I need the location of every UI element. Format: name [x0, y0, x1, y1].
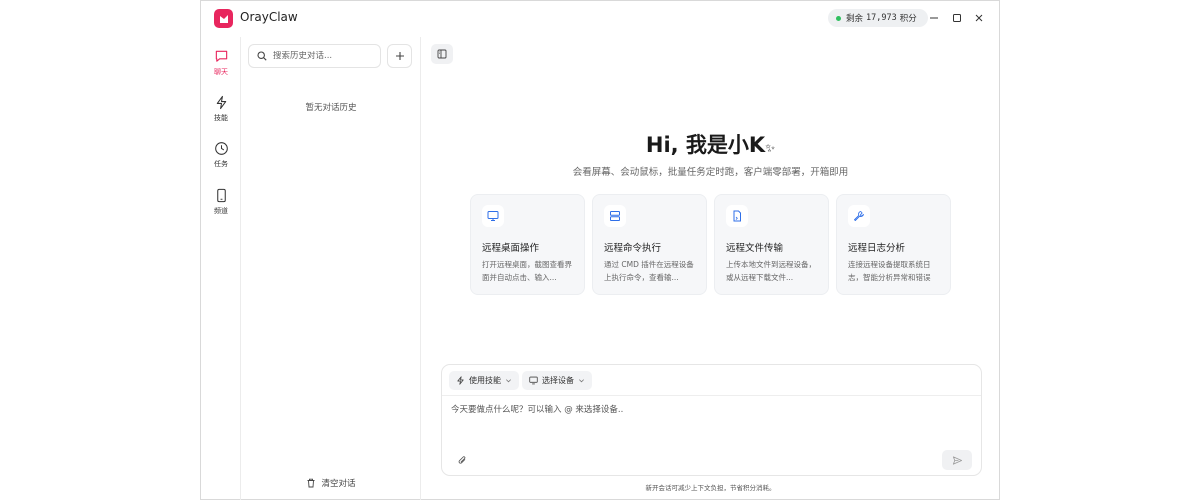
feature-card-remote-command[interactable]: 远程命令执行 通过 CMD 插件在远程设备上执行命令，查看输...: [592, 194, 707, 295]
hero-title: Hi, 我是小K✨︎: [422, 129, 999, 159]
new-chat-button[interactable]: [387, 44, 412, 68]
nav-rail: 聊天 技能 任务 频道: [201, 37, 241, 500]
phone-icon: [216, 188, 226, 203]
close-button[interactable]: [971, 10, 987, 26]
card-title: 远程命令执行: [604, 243, 662, 254]
composer-toolbar: 使用技能 选择设备: [442, 365, 981, 396]
card-title: 远程桌面操作: [482, 243, 540, 254]
message-composer: 使用技能 选择设备: [441, 364, 982, 476]
paperclip-icon: [458, 455, 465, 464]
nav-label: 技能: [214, 114, 228, 122]
monitor-icon: [482, 205, 504, 227]
nav-label: 频道: [214, 207, 228, 215]
hero-title-text: Hi, 我是小K: [645, 133, 766, 157]
send-button[interactable]: [942, 450, 972, 470]
card-desc: 通过 CMD 插件在远程设备上执行命令，查看输...: [604, 260, 694, 282]
minimize-button[interactable]: [926, 10, 942, 26]
feature-card-file-transfer[interactable]: 远程文件传输 上传本地文件到远程设备，或从远程下载文件...: [714, 194, 829, 295]
credit-prefix: 剩余: [846, 14, 864, 24]
history-empty-text: 暂无对话历史: [305, 103, 357, 113]
app-title: OrayClaw: [240, 10, 298, 24]
chevron-down-icon: [506, 379, 511, 383]
card-desc: 连接远程设备提取系统日志，智能分析异常和错误: [848, 260, 931, 282]
nav-item-skills[interactable]: 技能: [201, 95, 241, 123]
sidebar-toggle-button[interactable]: [431, 44, 453, 64]
monitor-icon: [529, 376, 538, 385]
maximize-button[interactable]: [949, 10, 965, 26]
feature-card-remote-desktop[interactable]: 远程桌面操作 打开远程桌面，截图查看界面并自动点击、输入...: [470, 194, 585, 295]
chevron-down-icon: [579, 379, 584, 383]
history-panel: 暂无对话历史 清空对话: [241, 37, 421, 500]
credit-unit: 积分: [899, 14, 917, 24]
nav-label: 任务: [214, 160, 228, 168]
minimize-icon: [930, 17, 938, 19]
send-icon: [952, 455, 962, 465]
chat-icon: [215, 50, 227, 62]
sparkle-icon: ✨︎: [765, 141, 776, 155]
card-desc: 上传本地文件到远程设备，或从远程下载文件...: [726, 260, 816, 282]
clear-history-button[interactable]: 清空对话: [241, 477, 421, 489]
nav-label: 聊天: [214, 68, 228, 76]
use-skills-label: 使用技能: [469, 376, 501, 385]
nav-item-chat[interactable]: 聊天: [201, 49, 241, 77]
use-skills-dropdown[interactable]: 使用技能: [449, 371, 519, 390]
app-logo-icon: [214, 9, 233, 28]
trash-icon: [307, 478, 315, 488]
credit-amount: 17,973: [866, 13, 897, 23]
clear-history-label: 清空对话: [321, 479, 356, 489]
nav-item-channels[interactable]: 频道: [201, 188, 241, 216]
file-icon: [726, 205, 748, 227]
clock-icon: [214, 142, 228, 155]
composer-note: 新开会话可减少上下文负担，节省积分消耗。: [645, 484, 776, 492]
sidebar-toggle-icon: [437, 49, 447, 59]
hero-subtitle: 会看屏幕、会动鼠标，批量任务定时跑，客户端零部署，开箱即用: [572, 167, 849, 178]
feature-cards: 远程桌面操作 打开远程桌面，截图查看界面并自动点击、输入... 远程命令执行 通…: [470, 194, 951, 295]
search-icon: [257, 51, 267, 61]
maximize-icon: [953, 14, 961, 22]
title-bar: OrayClaw 剩余 17,973 积分: [201, 1, 999, 36]
message-input[interactable]: [451, 403, 971, 443]
card-title: 远程日志分析: [848, 243, 906, 254]
wrench-icon: [848, 205, 870, 227]
select-device-label: 选择设备: [542, 376, 574, 385]
lightning-icon: [457, 376, 464, 385]
history-search[interactable]: [248, 44, 381, 68]
server-icon: [604, 205, 626, 227]
close-icon: [975, 14, 983, 22]
credit-balance[interactable]: 剩余 17,973 积分: [828, 9, 928, 27]
card-title: 远程文件传输: [726, 243, 784, 254]
history-search-input[interactable]: [273, 51, 373, 61]
main-area: Hi, 我是小K✨︎ 会看屏幕、会动鼠标，批量任务定时跑，客户端零部署，开箱即用…: [422, 37, 999, 500]
plus-icon: [395, 52, 404, 60]
nav-item-tasks[interactable]: 任务: [201, 141, 241, 169]
lightning-icon: [216, 95, 226, 110]
card-desc: 打开远程桌面，截图查看界面并自动点击、输入...: [482, 260, 572, 282]
feature-card-log-analysis[interactable]: 远程日志分析 连接远程设备提取系统日志，智能分析异常和错误: [836, 194, 951, 295]
status-dot-icon: [836, 15, 841, 21]
attach-button[interactable]: [454, 452, 470, 468]
app-window: OrayClaw 剩余 17,973 积分 聊天 技能 任务 频道 搜索历史对话…: [200, 0, 1000, 500]
select-device-dropdown[interactable]: 选择设备: [522, 371, 592, 390]
